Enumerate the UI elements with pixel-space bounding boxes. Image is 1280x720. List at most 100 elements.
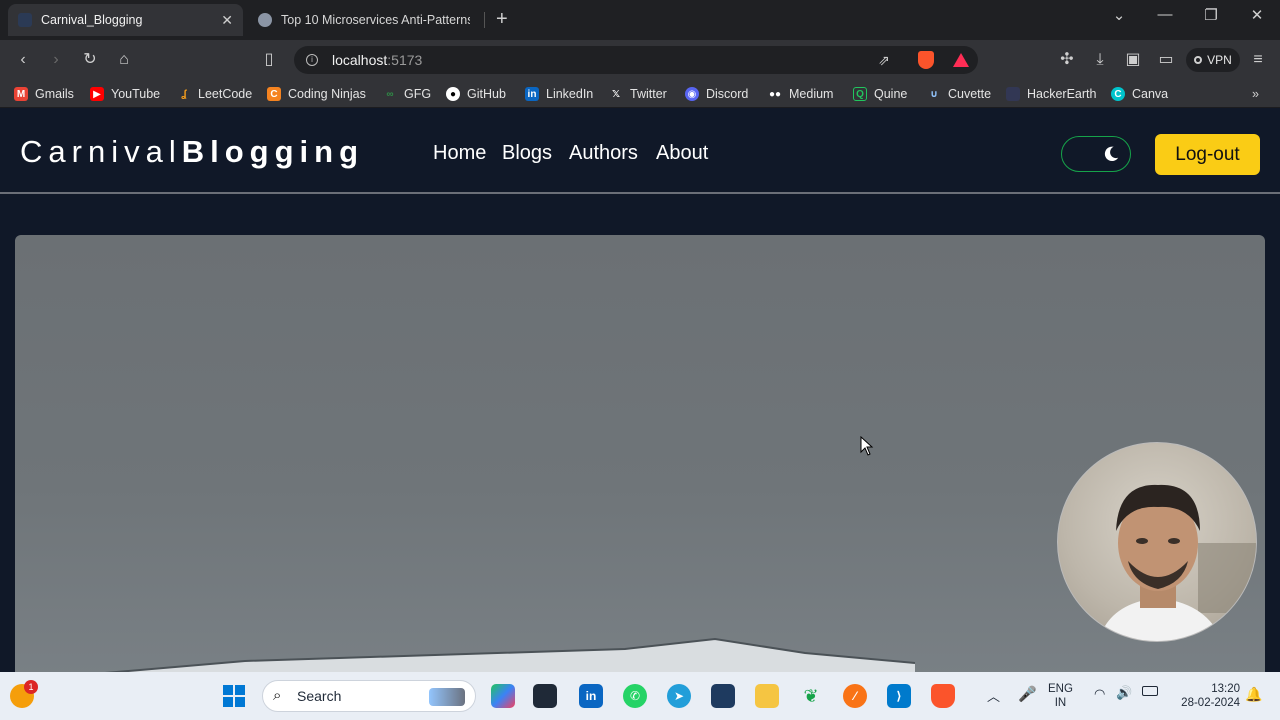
bookmark-icon[interactable]: ▯ [259,50,279,70]
notification-badge: 1 [24,680,38,694]
bookmark-gfg[interactable]: ∞ GFG [383,86,431,102]
bookmark-label: Gmails [35,87,74,101]
battery-icon[interactable] [1142,686,1158,696]
bookmark-quine[interactable]: Q Quine [853,86,907,102]
bookmark-label: Coding Ninjas [288,87,366,101]
bookmark-github[interactable]: ● GitHub [446,86,506,102]
bookmark-label: LinkedIn [546,87,594,101]
github-icon: ● [446,87,460,101]
nav-blogs[interactable]: Blogs [502,142,552,165]
bookmark-medium[interactable]: ●● Medium [768,86,834,102]
bookmark-label: GFG [404,87,432,101]
bookmark-canva[interactable]: C Canva [1111,86,1168,102]
sql-tool-icon[interactable] [711,684,735,708]
tab-label: Top 10 Microservices Anti-Patterns | [281,13,470,27]
back-icon[interactable]: ‹ [13,50,33,70]
volume-icon[interactable]: 🔊 [1116,685,1132,701]
hero-tent-roof [105,637,915,672]
linkedin-app-icon[interactable]: in [579,684,603,708]
restore-icon[interactable]: ❐ [1196,6,1226,24]
telegram-icon[interactable]: ➤ [667,684,691,708]
reload-icon[interactable]: ↻ [80,50,100,70]
brave-rewards-icon[interactable] [952,52,970,68]
bookmark-label: Canva [1132,87,1169,101]
bookmark-discord[interactable]: ◉ Discord [685,86,748,102]
forward-icon[interactable]: › [46,50,66,70]
share-icon[interactable]: ⇗ [878,52,890,69]
window-close-icon[interactable]: ✕ [1242,6,1272,24]
bookmark-label: Cuvette [948,87,992,101]
bookmark-twitter[interactable]: 𝕏 Twitter [609,86,667,102]
nav-home[interactable]: Home [433,142,486,165]
vscode-icon[interactable]: ⟩ [887,684,911,708]
nav-about[interactable]: About [656,142,708,165]
windows-taskbar: 1 ⌕ Search in ✆ ➤ ❦ ⁄ ⟩ ︿ 🎤 ENG IN ◠ 🔊 1… [0,672,1280,720]
tray-overflow-chevron-icon[interactable]: ︿ [987,686,1000,705]
bookmark-leetcode[interactable]: ʆ LeetCode [177,86,252,102]
extensions-icon[interactable]: ✣ [1057,50,1077,70]
search-highlight-icon [429,688,465,706]
mongodb-icon[interactable]: ❦ [799,684,823,708]
site-logo[interactable]: CarnivalBlogging [20,134,364,170]
brave-shields-icon[interactable] [918,51,934,69]
presenter-avatar [1098,484,1256,641]
brand-light: Carnival [20,134,182,169]
tab-search-chevron-icon[interactable]: ⌄ [1104,6,1134,24]
bookmark-linkedin[interactable]: in LinkedIn [525,86,593,102]
microphone-icon[interactable]: 🎤 [1018,685,1037,703]
quine-icon: Q [853,87,867,101]
file-explorer-dark-icon[interactable] [533,684,557,708]
minimize-icon[interactable]: — [1150,6,1180,23]
address-bar[interactable]: i localhost:5173 ⇗ [294,46,978,74]
folder-icon[interactable] [755,684,779,708]
close-icon[interactable]: ✕ [221,12,233,29]
whatsapp-icon[interactable]: ✆ [623,684,647,708]
lang-bottom: IN [1054,697,1067,709]
tab-label: Carnival_Blogging [41,13,143,27]
search-placeholder: Search [297,688,342,704]
tab-divider [484,12,485,28]
tab-carnival-blogging[interactable]: Carnival_Blogging ✕ [8,4,243,36]
postman-icon[interactable]: ⁄ [843,684,867,708]
clock[interactable]: 13:20 28-02-2024 [1170,682,1240,710]
wallet-icon[interactable]: ▭ [1156,50,1176,70]
taskbar-search[interactable]: ⌕ Search [262,680,476,712]
bookmark-cuvette[interactable]: ∪ Cuvette [927,86,991,102]
more-bookmarks-icon[interactable]: » [1252,86,1259,102]
language-indicator[interactable]: ENG IN [1048,682,1073,710]
copilot-icon[interactable] [491,684,515,708]
youtube-icon: ▶ [90,87,104,101]
bookmark-label: Medium [789,87,834,101]
bookmark-label: HackerEarth [1027,87,1097,101]
discord-icon: ◉ [685,87,699,101]
bookmark-label: Twitter [630,87,667,101]
bookmark-label: Quine [874,87,908,101]
windows-start-icon[interactable] [222,684,246,708]
clock-date: 28-02-2024 [1181,697,1240,709]
new-tab-icon[interactable]: + [496,8,508,31]
logout-button[interactable]: Log-out [1155,134,1260,175]
vpn-button[interactable]: VPN [1186,48,1240,72]
bookmark-coding-ninjas[interactable]: C Coding Ninjas [267,86,366,102]
url-port: :5173 [387,52,423,68]
brand-bold: Blogging [181,134,365,169]
site-info-icon[interactable]: i [306,54,318,66]
tab-microservices[interactable]: Top 10 Microservices Anti-Patterns | [248,4,480,36]
bookmark-label: GitHub [467,87,506,101]
menu-icon[interactable]: ≡ [1248,50,1268,70]
home-icon[interactable]: ⌂ [114,50,134,70]
gfg-icon: ∞ [386,88,394,100]
bookmark-youtube[interactable]: ▶ YouTube [90,86,160,102]
bookmarks-bar: M Gmails ▶ YouTube ʆ LeetCode C Coding Ninja… [0,80,1280,108]
webcam-overlay [1057,442,1257,642]
bookmark-hackerearth[interactable]: HackerEarth [1006,86,1096,102]
nav-authors[interactable]: Authors [569,142,638,165]
theme-toggle[interactable] [1061,136,1131,172]
bookmark-label: Discord [706,87,749,101]
wifi-icon[interactable]: ◠ [1094,686,1105,702]
notifications-bell-icon[interactable]: 🔔 [1245,686,1262,703]
brave-browser-icon[interactable] [931,684,955,708]
bookmark-gmails[interactable]: M Gmails [14,86,74,102]
download-icon[interactable]: ⤓ [1090,50,1110,70]
sidebar-icon[interactable]: ▣ [1123,50,1143,70]
